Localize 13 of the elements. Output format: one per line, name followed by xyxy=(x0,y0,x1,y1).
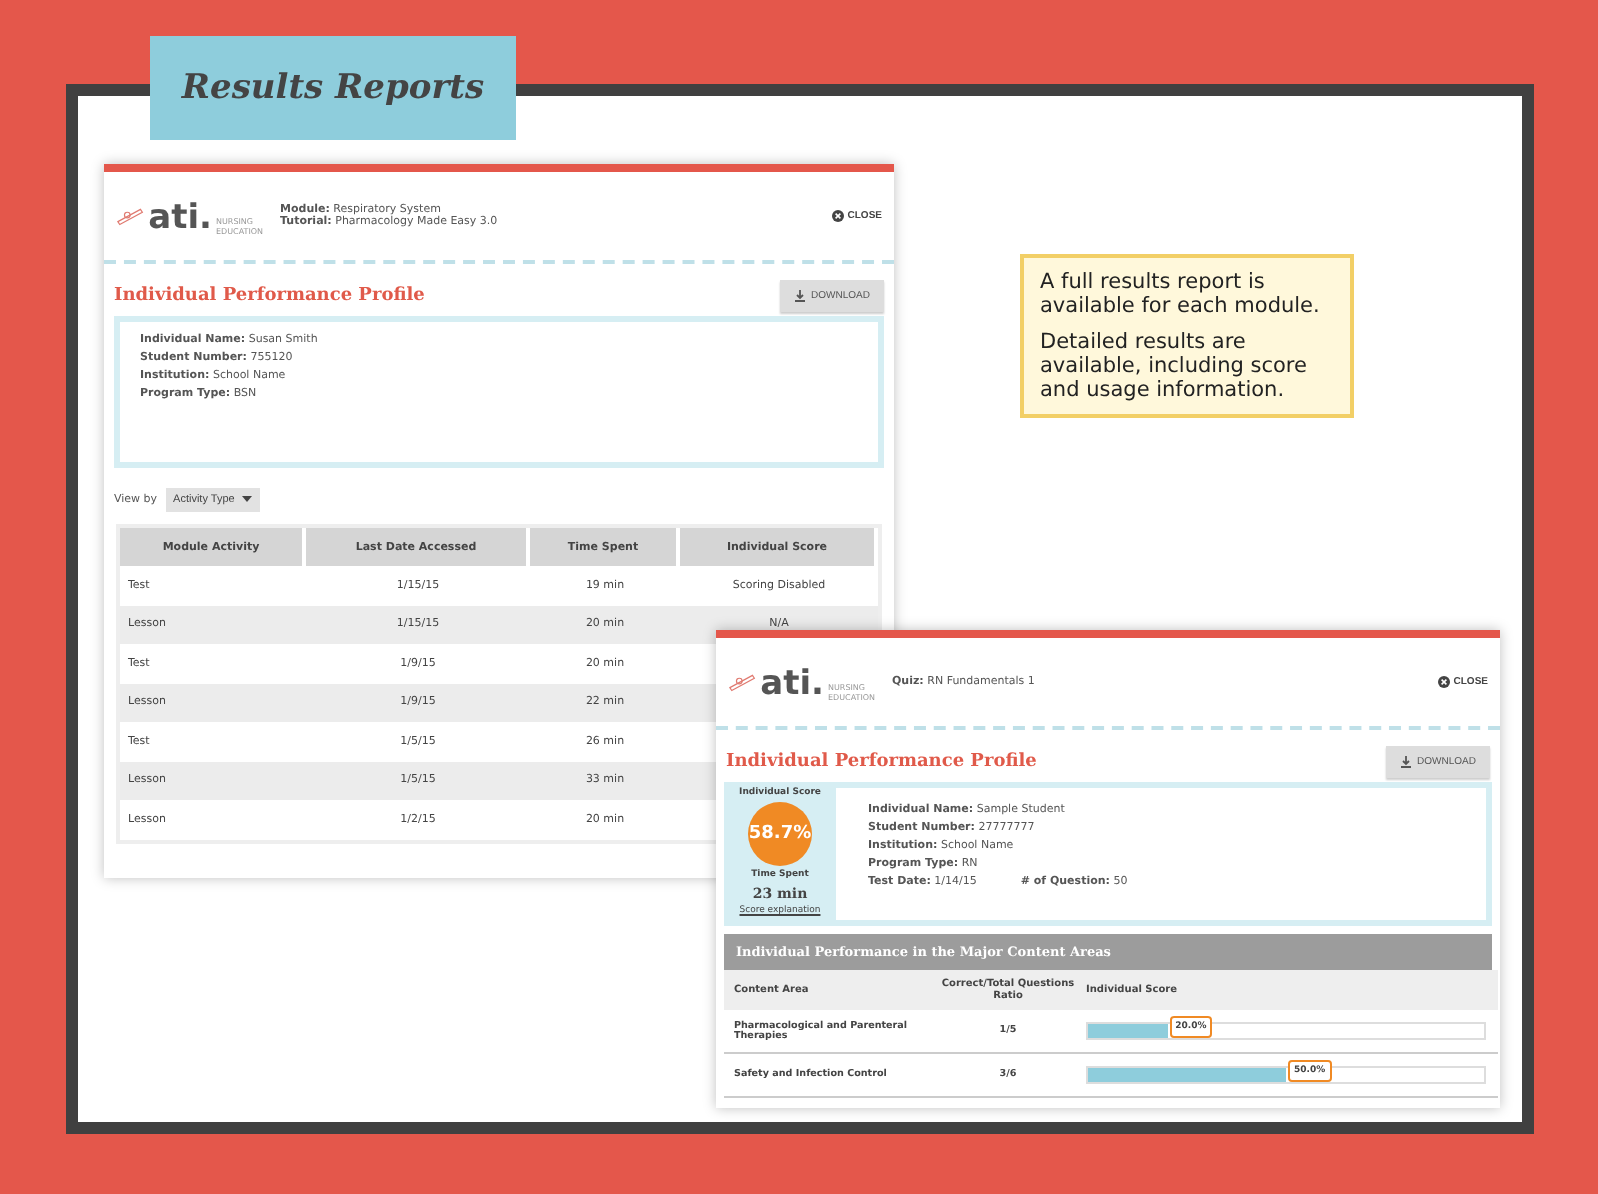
close-icon xyxy=(831,210,844,222)
callout-text: A full results report is available for each module. xyxy=(1040,270,1322,319)
close-icon xyxy=(1437,676,1450,688)
score-badge: 58.7% xyxy=(748,802,812,866)
title-tag: Results Reports xyxy=(150,36,516,140)
callout-text: Detailed results are available, including score and usage information. xyxy=(1040,330,1309,403)
report-title: Individual Performance Profile xyxy=(114,286,425,306)
report-title: Individual Performance Profile xyxy=(726,752,1037,772)
download-icon xyxy=(793,290,806,302)
caret-icon xyxy=(242,496,253,504)
download-icon xyxy=(1399,756,1412,768)
logo-mark: ati. xyxy=(760,668,824,702)
logo-mark: ati. xyxy=(148,202,212,236)
